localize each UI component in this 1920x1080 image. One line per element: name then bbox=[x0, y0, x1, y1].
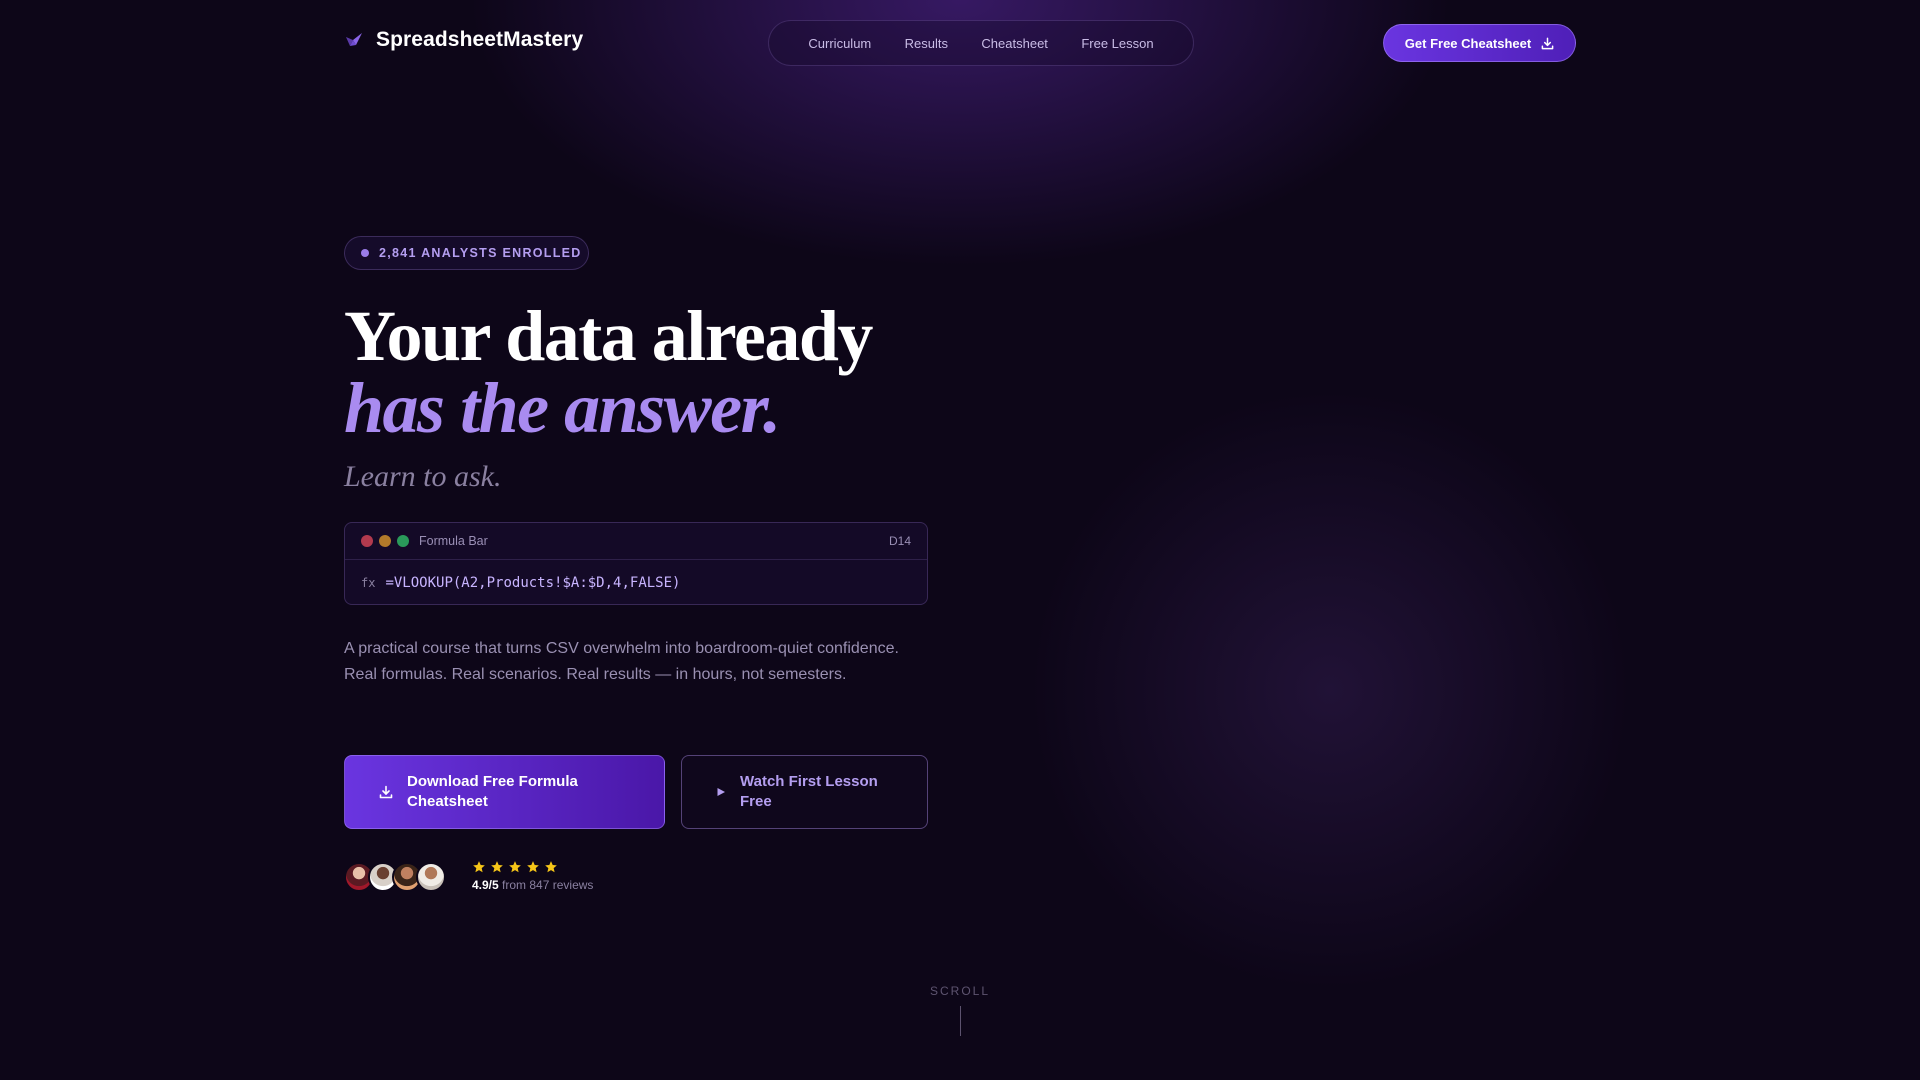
nav-cta-label: Get Free Cheatsheet bbox=[1404, 35, 1532, 51]
scroll-indicator: SCROLL bbox=[930, 984, 990, 1036]
nav-link-results[interactable]: Results bbox=[905, 36, 948, 51]
scroll-line bbox=[959, 1006, 961, 1036]
bird-logo-icon bbox=[346, 33, 362, 46]
watch-lesson-label: Watch First Lesson Free bbox=[740, 773, 878, 810]
star-rating bbox=[472, 860, 593, 874]
headline-line-2: has the answer. bbox=[344, 368, 781, 448]
download-icon bbox=[379, 785, 393, 799]
window-dots bbox=[361, 535, 409, 547]
rating-line: 4.9/5 from 847 reviews bbox=[472, 878, 593, 892]
rating-text: from 847 reviews bbox=[498, 878, 594, 892]
play-icon bbox=[717, 788, 725, 796]
star-icon bbox=[491, 861, 503, 873]
watch-lesson-button[interactable]: Watch First Lesson Free bbox=[681, 755, 928, 829]
badge-text: 2,841 ANALYSTS ENROLLED bbox=[379, 246, 582, 260]
star-icon bbox=[473, 861, 485, 873]
formula-bar-body: fx =VLOOKUP(A2,Products!$A:$D,4,FALSE) bbox=[345, 560, 927, 604]
download-icon bbox=[1541, 37, 1554, 49]
nav-links: Curriculum Results Cheatsheet Free Lesso… bbox=[768, 20, 1194, 66]
formula-bar-title: Formula Bar bbox=[419, 534, 488, 548]
rating: 4.9/5 from 847 reviews bbox=[472, 860, 593, 892]
download-cheatsheet-button[interactable]: Download Free Formula Cheatsheet bbox=[344, 755, 665, 829]
star-icon bbox=[527, 861, 539, 873]
scroll-label: SCROLL bbox=[929, 984, 991, 998]
enrolled-badge: 2,841 ANALYSTS ENROLLED bbox=[344, 236, 589, 270]
formula-text: =VLOOKUP(A2,Products!$A:$D,4,FALSE) bbox=[385, 574, 681, 591]
hero-headline: Your data already has the answer. bbox=[344, 296, 873, 448]
get-free-cheatsheet-button[interactable]: Get Free Cheatsheet bbox=[1383, 24, 1576, 62]
top-nav: SpreadsheetMastery Curriculum Results Ch… bbox=[0, 0, 1920, 86]
avatar bbox=[416, 862, 446, 892]
yellow-dot-icon bbox=[379, 535, 391, 547]
nav-link-free-lesson[interactable]: Free Lesson bbox=[1081, 36, 1153, 51]
reviewer-avatars bbox=[344, 862, 446, 892]
brand-name: SpreadsheetMastery bbox=[376, 28, 584, 51]
fx-label: fx bbox=[361, 575, 376, 590]
nav-link-curriculum[interactable]: Curriculum bbox=[808, 36, 871, 51]
hero-description: A practical course that turns CSV overwh… bbox=[344, 640, 899, 683]
formula-cell-ref: D14 bbox=[888, 534, 911, 548]
download-cheatsheet-label: Download Free Formula Cheatsheet bbox=[407, 773, 578, 810]
star-icon bbox=[509, 861, 521, 873]
formula-bar: Formula Bar D14 fx =VLOOKUP(A2,Products!… bbox=[344, 522, 928, 605]
brand[interactable]: SpreadsheetMastery bbox=[344, 28, 583, 52]
green-dot-icon bbox=[397, 535, 409, 547]
formula-bar-header: Formula Bar D14 bbox=[345, 523, 927, 560]
star-icon bbox=[545, 861, 557, 873]
nav-link-cheatsheet[interactable]: Cheatsheet bbox=[981, 36, 1048, 51]
red-dot-icon bbox=[361, 535, 373, 547]
badge-dot bbox=[361, 249, 369, 257]
headline-line-1: Your data already bbox=[344, 296, 873, 376]
hero-subhead: Learn to ask. bbox=[344, 460, 502, 493]
rating-score: 4.9/5 bbox=[472, 878, 499, 892]
